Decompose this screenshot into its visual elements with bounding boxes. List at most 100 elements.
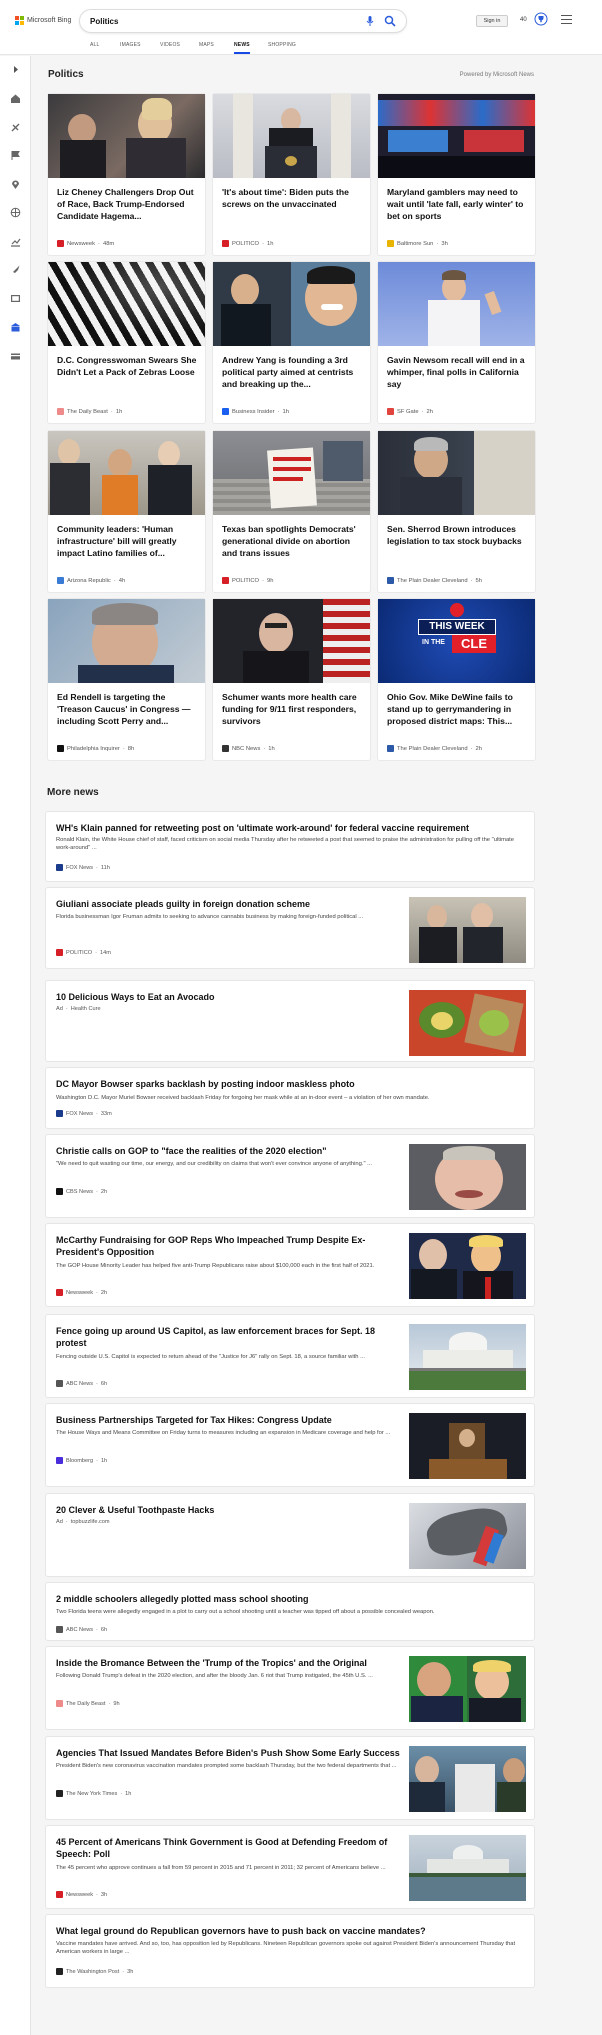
news-thumbnail[interactable]	[409, 1324, 526, 1390]
news-title[interactable]: 45 Percent of Americans Think Government…	[56, 1836, 401, 1860]
card-title[interactable]: Liz Cheney Challengers Drop Out of Race,…	[57, 186, 197, 222]
card-title[interactable]: Andrew Yang is founding a 3rd political …	[222, 354, 362, 390]
news-title[interactable]: 10 Delicious Ways to Eat an Avocado	[56, 991, 401, 1003]
rocket-icon[interactable]	[10, 264, 21, 275]
news-item[interactable]: Inside the Bromance Between the 'Trump o…	[46, 1647, 534, 1729]
card-image[interactable]: THIS WEEK IN THE CLE	[378, 599, 535, 683]
search-box[interactable]: Politics	[80, 10, 406, 32]
tv-icon[interactable]	[10, 293, 21, 304]
news-thumbnail[interactable]	[409, 1233, 526, 1299]
news-card[interactable]: Liz Cheney Challengers Drop Out of Race,…	[48, 94, 205, 255]
tab-news[interactable]: NEWS	[234, 42, 250, 54]
rewards-trophy-icon[interactable]	[534, 12, 548, 26]
news-title[interactable]: Giuliani associate pleads guilty in fore…	[56, 898, 401, 910]
search-query[interactable]: Politics	[90, 17, 118, 26]
news-card[interactable]: D.C. Congresswoman Swears She Didn't Let…	[48, 262, 205, 423]
card-title[interactable]: 'It's about time': Biden puts the screws…	[222, 186, 362, 210]
chart-icon[interactable]	[10, 236, 21, 247]
card-image[interactable]	[48, 431, 205, 515]
news-item[interactable]: Fence going up around US Capitol, as law…	[46, 1315, 534, 1397]
news-thumbnail[interactable]	[409, 1144, 526, 1210]
news-thumbnail[interactable]	[409, 1746, 526, 1812]
tab-maps[interactable]: MAPS	[199, 42, 214, 48]
news-title[interactable]: What legal ground do Republican governor…	[56, 1925, 521, 1937]
news-title[interactable]: DC Mayor Bowser sparks backlash by posti…	[56, 1078, 521, 1090]
tab-images[interactable]: IMAGES	[120, 42, 141, 48]
card-image[interactable]	[213, 599, 370, 683]
news-card[interactable]: Sen. Sherrod Brown introduces legislatio…	[378, 431, 535, 592]
card-image[interactable]	[213, 262, 370, 346]
globe-icon[interactable]	[10, 207, 21, 218]
news-item[interactable]: Christie calls on GOP to "face the reali…	[46, 1135, 534, 1217]
tab-all[interactable]: ALL	[90, 42, 100, 48]
news-card[interactable]: Community leaders: 'Human infrastructure…	[48, 431, 205, 592]
news-title[interactable]: Business Partnerships Targeted for Tax H…	[56, 1414, 401, 1426]
ad-item[interactable]: 10 Delicious Ways to Eat an Avocado Ad · He…	[46, 981, 534, 1061]
tab-shopping[interactable]: SHOPPING	[268, 42, 296, 48]
news-card[interactable]: Texas ban spotlights Democrats' generati…	[213, 431, 370, 592]
hamburger-menu-icon[interactable]	[561, 15, 572, 25]
card-title[interactable]: Texas ban spotlights Democrats' generati…	[222, 523, 362, 559]
card-image[interactable]	[48, 262, 205, 346]
location-icon[interactable]	[10, 179, 21, 190]
news-item[interactable]: Business Partnerships Targeted for Tax H…	[46, 1404, 534, 1486]
news-title[interactable]: McCarthy Fundraising for GOP Reps Who Im…	[56, 1234, 401, 1258]
news-title[interactable]: 2 middle schoolers allegedly plotted mas…	[56, 1593, 521, 1605]
news-thumbnail[interactable]	[409, 1503, 526, 1569]
news-item[interactable]: WH's Klain panned for retweeting post on…	[46, 812, 534, 881]
tab-videos[interactable]: VIDEOS	[160, 42, 180, 48]
search-icon[interactable]	[384, 15, 396, 27]
news-thumbnail[interactable]	[409, 1835, 526, 1901]
home-icon[interactable]	[10, 93, 21, 104]
bank-icon[interactable]	[10, 322, 21, 333]
card-image[interactable]	[378, 94, 535, 178]
news-card[interactable]: Ed Rendell is targeting the 'Treason Cau…	[48, 599, 205, 760]
news-card[interactable]: Andrew Yang is founding a 3rd political …	[213, 262, 370, 423]
news-item[interactable]: 2 middle schoolers allegedly plotted mas…	[46, 1583, 534, 1640]
news-card[interactable]: THIS WEEK IN THE CLE Ohio Gov. Mike DeWine …	[378, 599, 535, 760]
news-title[interactable]: Christie calls on GOP to "face the reali…	[56, 1145, 401, 1157]
flag-icon[interactable]	[10, 150, 21, 161]
news-title[interactable]: WH's Klain panned for retweeting post on…	[56, 822, 521, 834]
news-card[interactable]: 'It's about time': Biden puts the screws…	[213, 94, 370, 255]
card-title[interactable]: Ed Rendell is targeting the 'Treason Cau…	[57, 691, 197, 727]
card-title[interactable]: Sen. Sherrod Brown introduces legislatio…	[387, 523, 527, 547]
news-title[interactable]: Inside the Bromance Between the 'Trump o…	[56, 1657, 401, 1669]
bing-logo[interactable]: Microsoft Bing	[15, 16, 71, 25]
news-item[interactable]: What legal ground do Republican governor…	[46, 1915, 534, 1987]
news-title[interactable]: Agencies That Issued Mandates Before Bid…	[56, 1747, 401, 1759]
sign-in-button[interactable]: Sign in	[476, 15, 508, 27]
microphone-icon[interactable]	[364, 15, 376, 27]
card-title[interactable]: D.C. Congresswoman Swears She Didn't Let…	[57, 354, 197, 378]
news-thumbnail[interactable]	[409, 1656, 526, 1722]
news-item[interactable]: Agencies That Issued Mandates Before Bid…	[46, 1737, 534, 1819]
card-image[interactable]	[378, 262, 535, 346]
card-image[interactable]	[213, 94, 370, 178]
card-image[interactable]	[48, 94, 205, 178]
news-card[interactable]: Gavin Newsom recall will end in a whimpe…	[378, 262, 535, 423]
news-item[interactable]: 45 Percent of Americans Think Government…	[46, 1826, 534, 1908]
news-card[interactable]: Maryland gamblers may need to wait until…	[378, 94, 535, 255]
card-image[interactable]	[213, 431, 370, 515]
news-card[interactable]: Schumer wants more health care funding f…	[213, 599, 370, 760]
expand-icon[interactable]	[10, 64, 21, 75]
news-thumbnail[interactable]	[409, 990, 526, 1056]
card-title[interactable]: Schumer wants more health care funding f…	[222, 691, 362, 727]
card-title[interactable]: Maryland gamblers may need to wait until…	[387, 186, 527, 222]
news-item[interactable]: Giuliani associate pleads guilty in fore…	[46, 888, 534, 968]
card-image[interactable]	[48, 599, 205, 683]
rewards-count[interactable]: 40	[520, 17, 527, 23]
card-title[interactable]: Gavin Newsom recall will end in a whimpe…	[387, 354, 527, 390]
news-title[interactable]: Fence going up around US Capitol, as law…	[56, 1325, 401, 1349]
explore-icon[interactable]	[10, 122, 21, 133]
news-title[interactable]: 20 Clever & Useful Toothpaste Hacks	[56, 1504, 401, 1516]
news-thumbnail[interactable]	[409, 897, 526, 963]
news-item[interactable]: McCarthy Fundraising for GOP Reps Who Im…	[46, 1224, 534, 1306]
ad-item[interactable]: 20 Clever & Useful Toothpaste Hacks Ad · to…	[46, 1494, 534, 1576]
news-thumbnail[interactable]	[409, 1413, 526, 1479]
card-icon[interactable]	[10, 351, 21, 362]
card-title[interactable]: Community leaders: 'Human infrastructure…	[57, 523, 197, 559]
card-image[interactable]	[378, 431, 535, 515]
card-title[interactable]: Ohio Gov. Mike DeWine fails to stand up …	[387, 691, 527, 727]
news-item[interactable]: DC Mayor Bowser sparks backlash by posti…	[46, 1068, 534, 1128]
